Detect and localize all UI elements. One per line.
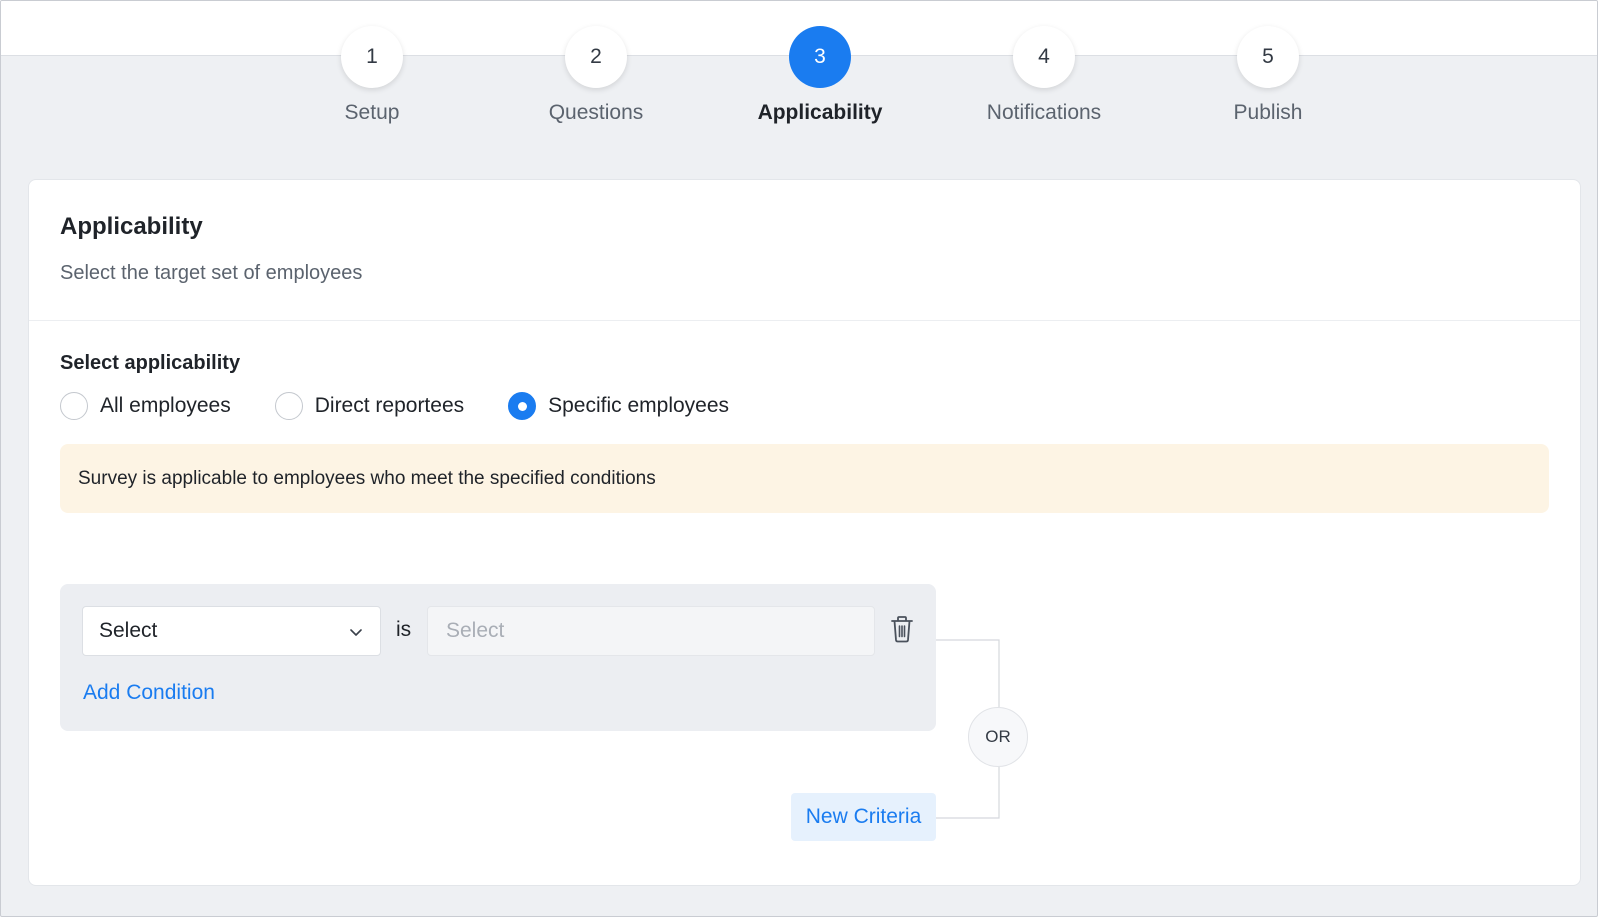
app-frame: 1 Setup 2 Questions 3 Applicability 4 No…: [0, 0, 1598, 917]
or-badge: OR: [968, 707, 1028, 767]
or-connector-lines: [936, 639, 1000, 819]
new-criteria-button[interactable]: New Criteria: [791, 793, 936, 841]
